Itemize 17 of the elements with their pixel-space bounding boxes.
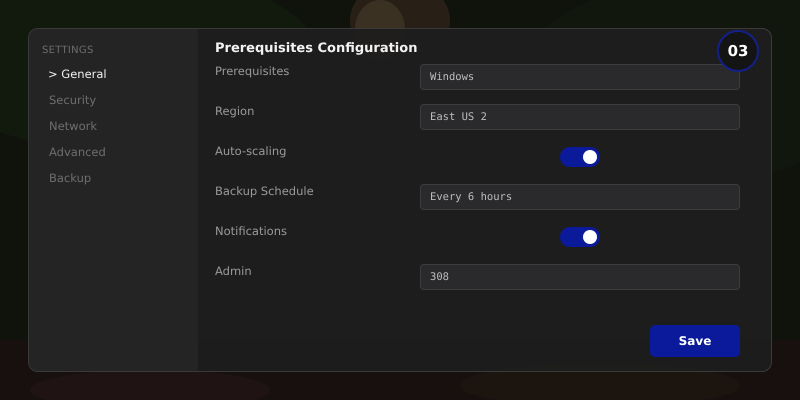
sidebar-heading: SETTINGS [42, 45, 95, 56]
input-field[interactable]: Windows [420, 64, 740, 90]
input-field[interactable]: 308 [420, 264, 740, 290]
section-title: Prerequisites Configuration [215, 41, 418, 56]
toggle-switch[interactable] [560, 147, 600, 167]
toggle-switch[interactable] [560, 227, 600, 247]
field-label: Region [215, 104, 254, 118]
sidebar-item[interactable]: > General [42, 66, 107, 82]
field-label: Notifications [215, 224, 287, 238]
save-button[interactable]: Save [650, 325, 740, 357]
field-label: Backup Schedule [215, 184, 314, 198]
step-badge: 03 [717, 30, 759, 72]
input-field[interactable]: East US 2 [420, 104, 740, 130]
field-label: Admin [215, 264, 252, 278]
field-label: Auto-scaling [215, 144, 286, 158]
field-label: Prerequisites [215, 64, 290, 78]
input-field[interactable]: Every 6 hours [420, 184, 740, 210]
